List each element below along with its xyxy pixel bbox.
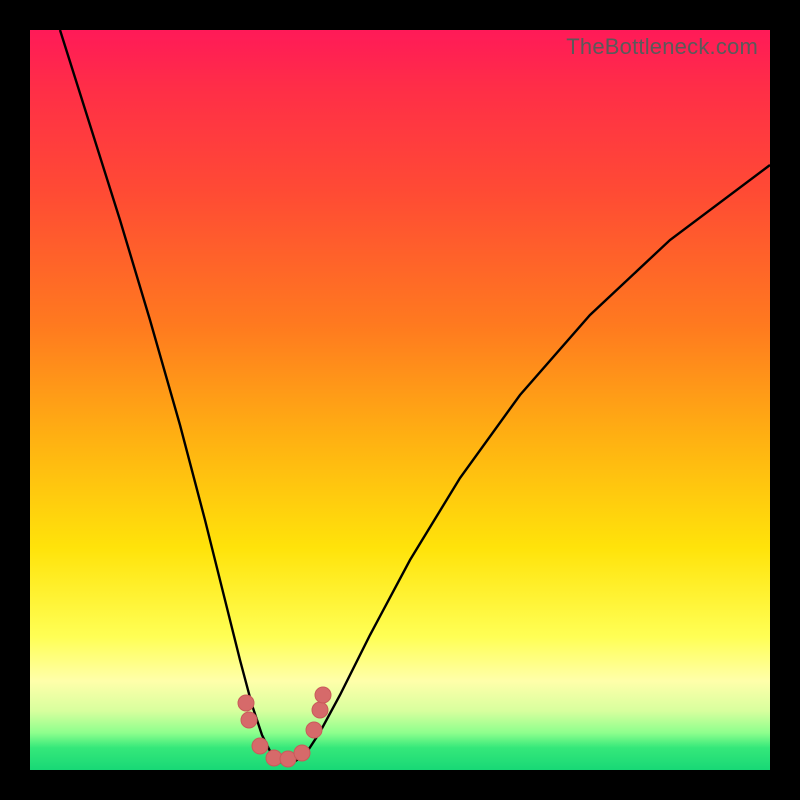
- trough-marker: [238, 695, 254, 711]
- plot-area: TheBottleneck.com: [30, 30, 770, 770]
- trough-markers-group: [238, 687, 331, 767]
- trough-marker: [252, 738, 268, 754]
- bottleneck-curve-path: [60, 30, 770, 763]
- chart-frame: TheBottleneck.com: [0, 0, 800, 800]
- trough-marker: [315, 687, 331, 703]
- trough-marker: [241, 712, 257, 728]
- bottleneck-curve-svg: [30, 30, 770, 770]
- trough-marker: [312, 702, 328, 718]
- trough-marker: [294, 745, 310, 761]
- trough-marker: [306, 722, 322, 738]
